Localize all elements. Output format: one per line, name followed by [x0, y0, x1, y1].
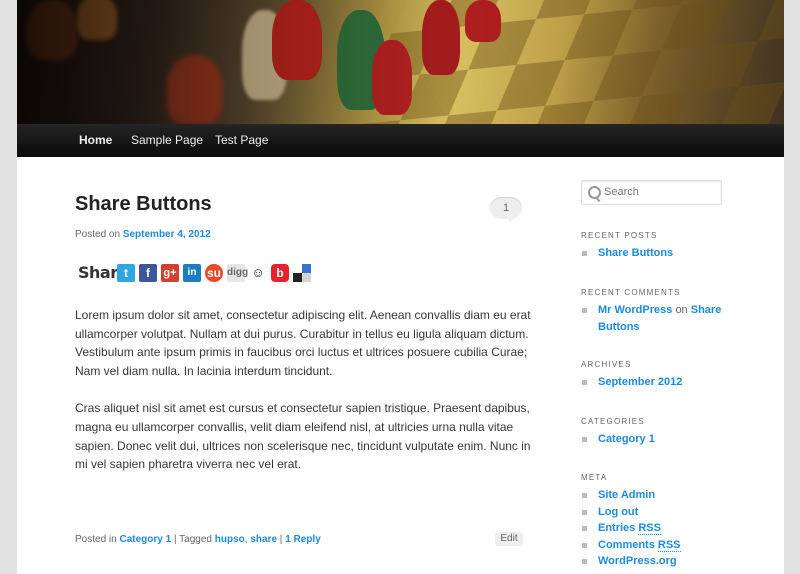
entries-rss-link[interactable]: Entries RSS	[598, 522, 661, 535]
wordpress-org-link[interactable]: WordPress.org	[598, 555, 677, 567]
post-date-link[interactable]: September 4, 2012	[123, 229, 211, 240]
edit-button[interactable]: Edit	[495, 532, 523, 546]
list-item: WordPress.org	[581, 553, 731, 570]
header-image[interactable]	[17, 0, 784, 124]
recent-post-link[interactable]: Share Buttons	[598, 247, 673, 259]
post-title[interactable]: Share Buttons	[75, 193, 212, 216]
main-navigation: Home Sample Page Test Page	[17, 124, 784, 157]
site-admin-link[interactable]: Site Admin	[598, 489, 655, 501]
nav-item-sample-page[interactable]: Sample Page	[131, 124, 203, 157]
nav-item-home[interactable]: Home	[79, 124, 112, 157]
category-link[interactable]: Category 1	[119, 534, 171, 545]
twitter-icon[interactable]: t	[117, 264, 135, 282]
posted-on-label: Posted on	[75, 229, 121, 240]
list-item: Log out	[581, 504, 731, 521]
list-item: Site Admin	[581, 487, 731, 504]
meta-list: Site Admin Log out Entries RSS Comments …	[581, 487, 731, 570]
post-paragraph: Cras aliquet nisl sit amet est cursus et…	[75, 401, 531, 472]
comment-author-link[interactable]: Mr WordPress	[598, 304, 672, 316]
recent-comments-list: Mr WordPress on Share Buttons	[581, 302, 731, 335]
post-footer: Posted in Category 1 | Tagged hupso, sha…	[75, 534, 321, 545]
digg-icon[interactable]: digg	[227, 264, 248, 282]
google-plus-icon[interactable]: g+	[161, 264, 179, 282]
blogger-icon[interactable]: b	[271, 264, 289, 282]
comment-count-bubble[interactable]: 1	[490, 197, 522, 223]
nav-item-test-page[interactable]: Test Page	[215, 124, 268, 157]
stumbleupon-icon[interactable]: su	[205, 264, 223, 282]
tag-link-share[interactable]: share	[250, 534, 277, 545]
category-link-sidebar[interactable]: Category 1	[598, 433, 655, 445]
page: Home Sample Page Test Page Share Buttons…	[17, 0, 784, 574]
widget-title-categories: Categories	[581, 417, 645, 426]
widget-title-recent-comments: Recent Comments	[581, 288, 681, 297]
list-item: Comments RSS	[581, 537, 731, 554]
archive-link[interactable]: September 2012	[598, 376, 682, 388]
post-content: Lorem ipsum dolor sit amet, consectetur …	[75, 306, 535, 493]
list-item: Share Buttons	[581, 245, 731, 262]
comments-rss-link[interactable]: Comments RSS	[598, 538, 681, 552]
list-item: Mr WordPress on Share Buttons	[581, 302, 731, 335]
post-meta: Posted on September 4, 2012	[75, 229, 211, 240]
tag-link-hupso[interactable]: hupso	[215, 534, 245, 545]
widget-title-recent-posts: Recent Posts	[581, 231, 658, 240]
log-out-link[interactable]: Log out	[598, 506, 638, 518]
list-item: Entries RSS	[581, 520, 731, 537]
facebook-icon[interactable]: f	[139, 264, 157, 282]
reddit-icon[interactable]: ☺	[249, 264, 267, 282]
search-form[interactable]	[581, 180, 722, 205]
recent-posts-list: Share Buttons	[581, 245, 731, 262]
search-icon	[588, 186, 601, 199]
search-input[interactable]	[604, 185, 714, 199]
archives-list: September 2012	[581, 374, 731, 391]
post-paragraph: Lorem ipsum dolor sit amet, consectetur …	[75, 308, 531, 378]
list-item: September 2012	[581, 374, 731, 391]
categories-list: Category 1	[581, 431, 731, 448]
linkedin-icon[interactable]: in	[183, 264, 201, 282]
widget-title-archives: Archives	[581, 360, 632, 369]
list-item: Category 1	[581, 431, 731, 448]
delicious-icon[interactable]	[293, 264, 311, 282]
reply-link[interactable]: 1 Reply	[285, 534, 321, 545]
widget-title-meta: Meta	[581, 473, 608, 482]
